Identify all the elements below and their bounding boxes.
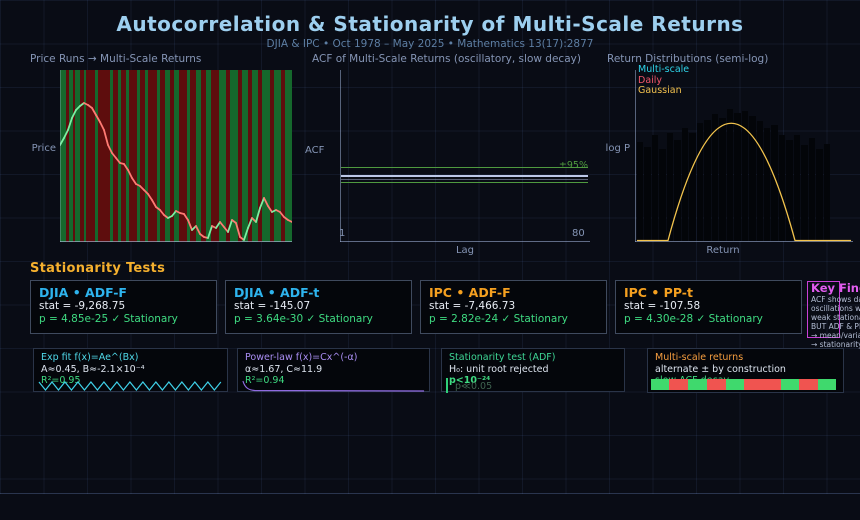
test-card-stat: stat = -9,268.75 bbox=[39, 300, 126, 312]
footnote-title: Power-law f(x)=Cx^(-α) bbox=[245, 352, 358, 363]
test-card-pvalue: p = 4.30e-28 ✓ Stationary bbox=[624, 313, 763, 325]
threshold-tick bbox=[446, 378, 448, 393]
threshold-label: p≪0.05 bbox=[455, 381, 493, 392]
return-sign-segment bbox=[818, 379, 836, 390]
test-card-pvalue: p = 3.64e-30 ✓ Stationary bbox=[234, 313, 373, 325]
page-subtitle: DJIA & IPC • Oct 1978 – May 2025 • Mathe… bbox=[266, 38, 594, 50]
return-sign-segment bbox=[743, 379, 781, 390]
test-card-stat: stat = -145.07 bbox=[234, 300, 311, 312]
dist-x-axis-label: Return bbox=[706, 245, 740, 256]
dist-legend: Multi-scale Daily Gaussian bbox=[638, 64, 690, 97]
test-card-ipc-pp-t: IPC • PP-t stat = -107.58 p = 4.30e-28 ✓… bbox=[615, 280, 802, 334]
test-card-ipc-adf-f: IPC • ADF-F stat = -7,466.73 p = 2.82e-2… bbox=[420, 280, 607, 334]
key-findings-line: BUT ADF & PP tests bbox=[811, 322, 860, 331]
test-card-djia-adf-t: DJIA • ADF-t stat = -145.07 p = 3.64e-30… bbox=[225, 280, 412, 334]
footnote-hypothesis: H₀: unit root rejected bbox=[449, 364, 549, 375]
return-sign-segment bbox=[725, 379, 744, 390]
footnote-desc: alternate ± by construction bbox=[655, 364, 786, 375]
return-sign-segment bbox=[706, 379, 726, 390]
price-y-axis-spine bbox=[60, 70, 61, 242]
page-root: { "header": { "title": "Autocorrelation … bbox=[0, 0, 860, 520]
test-card-pvalue: p = 2.82e-24 ✓ Stationary bbox=[429, 313, 568, 325]
key-findings-line: ACF shows damped bbox=[811, 295, 860, 304]
dist-y-axis-label: log P bbox=[605, 143, 630, 154]
price-chart-title: Price Runs → Multi-Scale Returns bbox=[30, 53, 202, 65]
test-card-title: DJIA • ADF-F bbox=[39, 285, 127, 300]
test-card-pvalue: p = 4.85e-25 ✓ Stationary bbox=[39, 313, 178, 325]
price-y-axis-label: Price bbox=[31, 143, 56, 154]
acf-x-axis-label: Lag bbox=[455, 245, 475, 256]
adf-threshold-mark: p≪0.05 bbox=[445, 377, 621, 393]
key-findings-line: weak stationarity bbox=[811, 313, 860, 322]
legend-item-gaussian: Gaussian bbox=[638, 85, 682, 96]
acf-x-axis-spine bbox=[340, 241, 590, 242]
acf-y-axis-label: ACF bbox=[305, 145, 325, 156]
return-sign-segment bbox=[688, 379, 707, 390]
footnote-title: Exp fit f(x)=Ae^(Bx) bbox=[41, 352, 139, 363]
return-sign-segment bbox=[799, 379, 819, 390]
test-card-title: IPC • ADF-F bbox=[429, 285, 511, 300]
footnote-exp-fit: Exp fit f(x)=Ae^(Bx) A≈0.45, B≈-2.1×10⁻⁴… bbox=[33, 348, 228, 392]
return-sign-segment bbox=[651, 379, 669, 390]
multiscale-strip bbox=[651, 378, 840, 392]
test-card-djia-adf-f: DJIA • ADF-F stat = -9,268.75 p = 4.85e-… bbox=[30, 280, 217, 334]
acf-tick-start: 1 bbox=[339, 228, 346, 239]
exp-fit-sparkline bbox=[37, 377, 224, 391]
legend-item-multiscale: Multi-scale bbox=[638, 64, 690, 75]
price-runs-plot bbox=[60, 70, 292, 242]
footnote-multiscale: Multi-scale returns alternate ± by const… bbox=[647, 348, 844, 393]
acf-series-line bbox=[341, 175, 588, 177]
key-findings-content: Key Findings ACF shows damped oscillatio… bbox=[811, 281, 860, 350]
acf-chart-title: ACF of Multi-Scale Returns (oscillatory,… bbox=[312, 53, 581, 65]
key-findings-line: oscillations with bbox=[811, 304, 860, 313]
footnote-title: Multi-scale returns bbox=[655, 352, 744, 363]
acf-zero-line bbox=[341, 179, 588, 180]
test-card-title: IPC • PP-t bbox=[624, 285, 693, 300]
price-x-axis-spine bbox=[60, 241, 292, 242]
key-findings-line: → mean/variance bbox=[811, 331, 860, 340]
page-title: Autocorrelation & Stationarity of Multi-… bbox=[116, 12, 744, 36]
footnote-power-law: Power-law f(x)=Cx^(-α) α≈1.67, C≈11.9 R²… bbox=[237, 348, 430, 392]
tests-section-heading: Stationarity Tests bbox=[30, 261, 166, 276]
test-card-title: DJIA • ADF-t bbox=[234, 285, 320, 300]
test-card-stat: stat = -107.58 bbox=[624, 300, 701, 312]
bottom-divider-line bbox=[0, 493, 860, 494]
acf-conf-lower-line bbox=[341, 182, 588, 183]
price-line bbox=[60, 102, 292, 241]
acf-conf-label: ±95% bbox=[558, 160, 588, 171]
footnote-title: Stationarity test (ADF) bbox=[449, 352, 556, 363]
key-findings-box: Key Findings ACF shows damped oscillatio… bbox=[807, 281, 860, 349]
footnote-params: α≈1.67, C≈11.9 bbox=[245, 364, 323, 375]
acf-y-axis-spine bbox=[340, 70, 341, 242]
power-law-sparkline bbox=[241, 377, 426, 392]
return-sign-segment bbox=[780, 379, 799, 390]
acf-tick-end: 80 bbox=[572, 228, 585, 239]
return-sign-segment bbox=[668, 379, 688, 390]
footnote-params: A≈0.45, B≈-2.1×10⁻⁴ bbox=[41, 364, 145, 375]
test-card-stat: stat = -7,466.73 bbox=[429, 300, 516, 312]
footnote-stationarity-test: Stationarity test (ADF) H₀: unit root re… bbox=[441, 348, 625, 393]
key-findings-title: Key Findings bbox=[811, 281, 860, 295]
